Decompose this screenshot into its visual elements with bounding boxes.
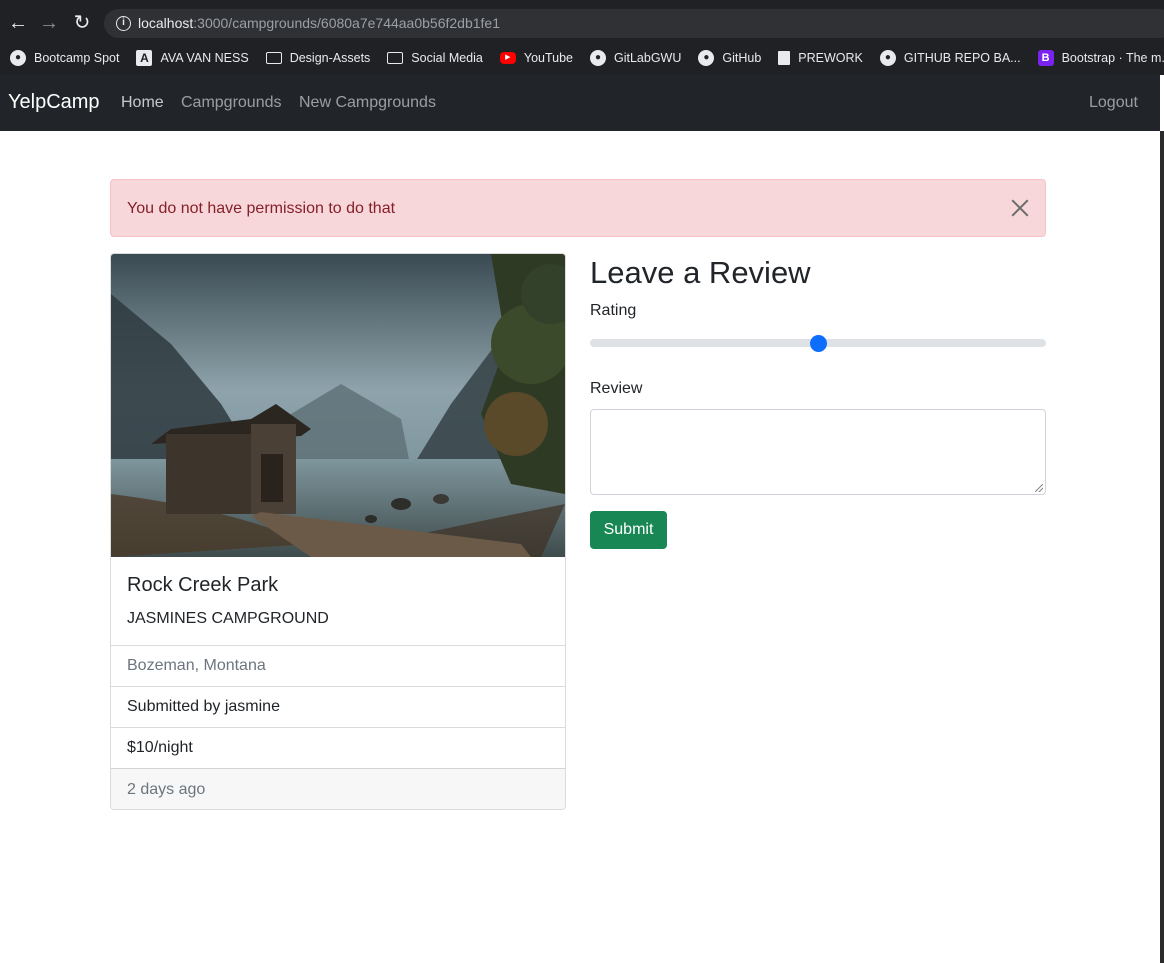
campground-image xyxy=(111,254,565,557)
campground-price: $10/night xyxy=(111,727,565,768)
folder-icon xyxy=(265,52,282,64)
bookmark-bootcamp-spot[interactable]: ● Bootcamp Spot xyxy=(10,50,119,66)
ava-logo-icon: A xyxy=(136,50,153,66)
nav-campgrounds-link[interactable]: Campgrounds xyxy=(181,94,282,112)
alert-message: You do not have permission to do that xyxy=(127,200,396,217)
error-alert: You do not have permission to do that xyxy=(110,179,1046,237)
bookmark-label: AVA VAN NESS xyxy=(160,51,249,65)
bookmark-label: GitHub xyxy=(722,51,762,65)
bookmark-social-media[interactable]: Social Media xyxy=(387,51,483,65)
info-icon[interactable]: i xyxy=(116,16,131,31)
bookmark-label: Bootcamp Spot xyxy=(34,51,120,65)
bookmark-gitlabgwu[interactable]: ● GitLabGWU xyxy=(590,50,681,66)
bookmark-label: YouTube xyxy=(523,51,573,65)
globe-icon: ● xyxy=(10,50,26,66)
folder-icon xyxy=(387,52,404,64)
github-icon: ● xyxy=(698,50,715,66)
campground-title: Rock Creek Park xyxy=(127,574,279,596)
nav-new-campground-link[interactable]: New Campgrounds xyxy=(299,94,436,112)
close-icon[interactable] xyxy=(1009,197,1031,219)
bookmark-label: Bootstrap · The m... xyxy=(1061,51,1164,65)
bookmark-prework[interactable]: PREWORK xyxy=(778,51,863,65)
browser-toolbar: ← → ↻ i localhost:3000/campgrounds/6080a… xyxy=(0,0,1164,75)
rating-slider-thumb[interactable] xyxy=(810,335,827,352)
bookmark-label: Design-Assets xyxy=(289,51,371,65)
campground-timestamp: 2 days ago xyxy=(111,768,565,809)
review-heading: Leave a Review xyxy=(590,255,811,290)
bookmark-label: GitLabGWU xyxy=(614,51,682,65)
back-arrow-icon[interactable]: ← xyxy=(7,12,29,34)
bookmarks-bar: ● Bootcamp Spot A AVA VAN NESS Design-Asse… xyxy=(0,45,1164,71)
bookmark-design-assets[interactable]: Design-Assets xyxy=(265,51,371,65)
rating-label: Rating xyxy=(590,302,637,319)
campground-location: Bozeman, Montana xyxy=(111,645,565,686)
scrollbar[interactable] xyxy=(1160,131,1164,963)
bookmark-youtube[interactable]: ▶ YouTube xyxy=(499,51,573,65)
url-text[interactable]: localhost:3000/campgrounds/6080a7e744aa0… xyxy=(138,15,500,31)
bookmark-label: GITHUB REPO BA... xyxy=(903,51,1021,65)
campground-card: Rock Creek Park JASMINES CAMPGROUND Boze… xyxy=(110,253,566,810)
github-icon: ● xyxy=(879,50,896,66)
bookmark-label: Social Media xyxy=(411,51,483,65)
app-navbar: YelpCamp Home Campgrounds New Campground… xyxy=(0,75,1160,131)
resize-handle-icon[interactable] xyxy=(1035,484,1043,492)
url-host: localhost xyxy=(138,15,194,31)
bookmark-bootstrap[interactable]: B Bootstrap · The m... xyxy=(1037,50,1164,66)
bookmark-ava-van-ness[interactable]: A AVA VAN NESS xyxy=(136,50,249,66)
book-icon xyxy=(778,51,791,65)
campground-author: Submitted by jasmine xyxy=(111,686,565,727)
url-path: :3000/campgrounds/6080a7e744aa0b56f2db1f… xyxy=(193,15,500,31)
reload-icon[interactable]: ↻ xyxy=(71,12,93,34)
review-label: Review xyxy=(590,380,643,397)
browser-topbar: ← → ↻ i localhost:3000/campgrounds/6080a… xyxy=(0,0,1164,45)
bookmark-github-repo[interactable]: ● GITHUB REPO BA... xyxy=(879,50,1021,66)
forward-arrow-icon[interactable]: → xyxy=(38,12,60,34)
bookmark-label: PREWORK xyxy=(798,51,863,65)
globe-icon: ● xyxy=(590,50,606,66)
logout-link[interactable]: Logout xyxy=(1089,94,1138,112)
campground-description: JASMINES CAMPGROUND xyxy=(127,610,329,627)
youtube-icon: ▶ xyxy=(499,52,516,64)
review-textarea[interactable] xyxy=(590,409,1046,495)
brand-link[interactable]: YelpCamp xyxy=(8,91,100,114)
bookmark-github[interactable]: ● GitHub xyxy=(698,50,761,66)
address-bar[interactable]: i localhost:3000/campgrounds/6080a7e744a… xyxy=(104,9,1164,38)
bootstrap-icon: B xyxy=(1037,50,1054,66)
submit-button[interactable]: Submit xyxy=(590,511,667,549)
nav-home-link[interactable]: Home xyxy=(121,94,164,112)
